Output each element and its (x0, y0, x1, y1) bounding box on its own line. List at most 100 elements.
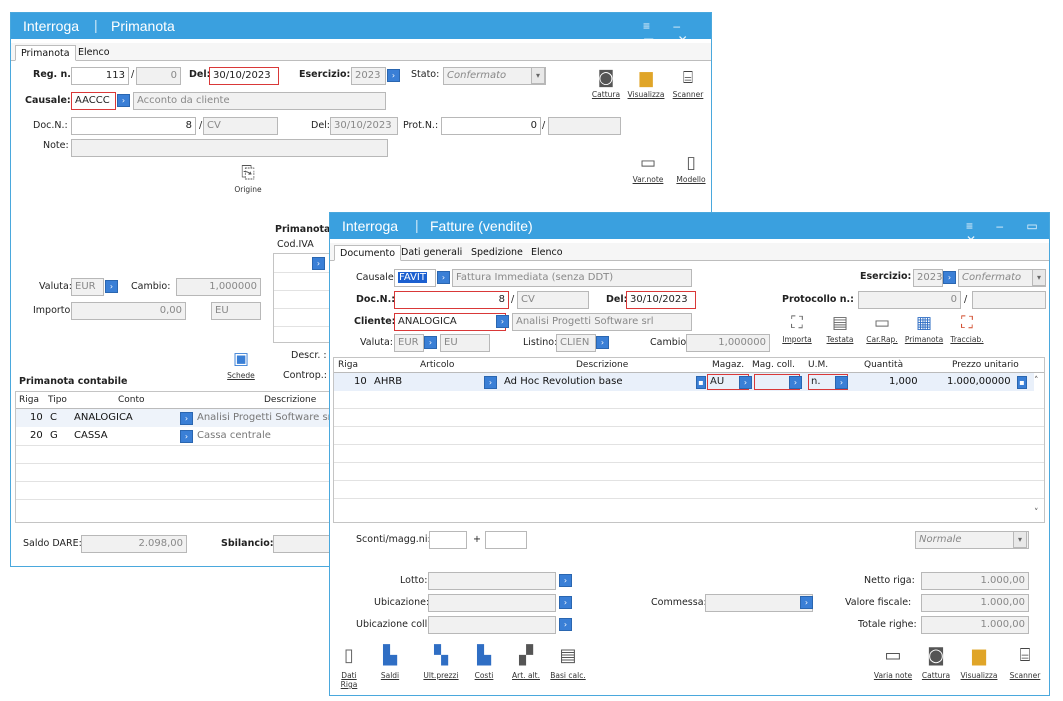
protn-alfa-field[interactable] (548, 117, 621, 135)
tab-elenco[interactable]: Elenco (526, 245, 568, 261)
importa-button[interactable]: ⛶ Importa (777, 313, 817, 344)
codiva-zoom-button[interactable]: › (312, 257, 325, 270)
var-note-button[interactable]: ▭ Var.note (628, 153, 668, 184)
modello-button[interactable]: ▯ Modello (671, 153, 711, 184)
cambio-field[interactable]: 1,000000 (686, 334, 770, 352)
tab-dati-generali[interactable]: Dati generali (396, 245, 467, 261)
tracciab-button[interactable]: ⛶ Tracciab. (947, 313, 987, 344)
magaz-zoom-button[interactable]: › (739, 376, 752, 389)
ubicazione-field[interactable] (428, 594, 556, 612)
causale-code-field[interactable]: AACCC (71, 92, 116, 110)
listino-zoom-button[interactable]: › (596, 336, 609, 349)
ubicazione-coll-zoom-button[interactable]: › (559, 618, 572, 631)
tipo-riga-select[interactable]: Normale (915, 531, 1029, 549)
cattura-button[interactable]: ◙ Cattura (586, 68, 626, 99)
docn-alfa-field[interactable]: CV (203, 117, 278, 135)
visualizza-button[interactable]: ▆ Visualizza (626, 68, 666, 99)
chevron-down-icon[interactable]: ▾ (1013, 531, 1027, 548)
row-menu-button[interactable]: ▪ (696, 376, 706, 389)
protn-field[interactable]: 0 (441, 117, 541, 135)
docn-alfa-field[interactable]: CV (517, 291, 589, 309)
table-row[interactable]: 10 C ANALOGICA › Analisi Progetti Softwa… (16, 409, 335, 427)
reg-number-field[interactable]: 113 (71, 67, 129, 85)
reg-date-field[interactable]: 30/10/2023 (209, 67, 279, 85)
col-descrizione[interactable]: Descrizione (264, 395, 316, 405)
chevron-down-icon[interactable]: ▾ (1032, 269, 1046, 286)
protocollo-alfa-field[interactable] (972, 291, 1046, 309)
docn-date-field[interactable]: 30/10/2023 (330, 117, 398, 135)
table-row[interactable]: 10 AHRB › Ad Hoc Revolution base ▪ AU › … (334, 373, 1034, 391)
scanner-button[interactable]: ⌸ Scanner (668, 68, 708, 99)
sconti-field-2[interactable] (485, 531, 527, 549)
tab-documento[interactable]: Documento (334, 245, 402, 261)
costi-button[interactable]: ▙ Costi (466, 643, 502, 680)
tab-primanota[interactable]: Primanota (15, 45, 76, 61)
valuta-zoom-button[interactable]: › (424, 336, 437, 349)
table-row[interactable]: 20 G CASSA › Cassa centrale (16, 427, 334, 445)
listino-field[interactable]: CLIEN (556, 334, 596, 352)
importo-field[interactable]: 0,00 (71, 302, 186, 320)
col-magaz[interactable]: Magaz. (712, 360, 744, 370)
righe-grid[interactable]: Riga Articolo Descrizione Magaz. Mag. co… (333, 357, 1045, 523)
um-zoom-button[interactable]: › (835, 376, 848, 389)
esercizio-field[interactable]: 2023 (351, 67, 386, 85)
scrollbar-up-arrow[interactable]: ˄ (1034, 376, 1039, 386)
cattura-button[interactable]: ◙ Cattura (918, 643, 954, 680)
col-descrizione[interactable]: Descrizione (576, 360, 628, 370)
conto-zoom-button[interactable]: › (180, 412, 193, 425)
visualizza-button[interactable]: ▆ Visualizza (958, 643, 1000, 680)
esercizio-zoom-button[interactable]: › (387, 69, 400, 82)
docn-field[interactable]: 8 (71, 117, 196, 135)
scrollbar-down-arrow[interactable]: ˅ (1034, 508, 1039, 518)
col-um[interactable]: U.M. (808, 360, 828, 370)
valuta-currency-field[interactable]: EU (440, 334, 490, 352)
tab-spedizione[interactable]: Spedizione (466, 245, 528, 261)
col-quantita[interactable]: Quantità (864, 360, 903, 370)
causale-zoom-button[interactable]: › (437, 271, 450, 284)
primanota-button[interactable]: ▦ Primanota (904, 313, 944, 344)
ubicazione-zoom-button[interactable]: › (559, 596, 572, 609)
lotto-field[interactable] (428, 572, 556, 590)
commessa-field[interactable] (705, 594, 813, 612)
lotto-zoom-button[interactable]: › (559, 574, 572, 587)
col-riga[interactable]: Riga (338, 360, 358, 370)
col-tipo[interactable]: Tipo (48, 395, 67, 405)
ult-prezzi-button[interactable]: ▚ Ult.prezzi (420, 643, 462, 680)
origine-button[interactable]: ⎘ Origine (228, 163, 268, 194)
chevron-down-icon[interactable]: ▾ (531, 67, 545, 84)
protocollo-field[interactable]: 0 (858, 291, 961, 309)
col-mag-coll[interactable]: Mag. coll. (752, 360, 795, 370)
reg-alfa-field[interactable]: 0 (136, 67, 181, 85)
sconti-field-1[interactable] (429, 531, 467, 549)
cliente-zoom-button[interactable]: › (496, 315, 509, 328)
prezzo-menu-button[interactable]: ▪ (1017, 376, 1027, 389)
conto-zoom-button[interactable]: › (180, 430, 193, 443)
commessa-zoom-button[interactable]: › (800, 596, 813, 609)
importo-currency-field[interactable]: EU (211, 302, 261, 320)
ubicazione-coll-field[interactable] (428, 616, 556, 634)
cliente-code-field[interactable]: ANALOGICA (394, 313, 506, 331)
valuta-field[interactable]: EUR (71, 278, 104, 296)
cambio-field[interactable]: 1,000000 (176, 278, 261, 296)
primanota-contabile-grid[interactable]: Riga Tipo Conto Descrizione 10 C ANALOGI… (15, 391, 335, 523)
valuta-zoom-button[interactable]: › (105, 280, 118, 293)
varia-note-button[interactable]: ▭ Varia note (871, 643, 915, 680)
testata-button[interactable]: ▤ Testata (820, 313, 860, 344)
valuta-field[interactable]: EUR (394, 334, 424, 352)
esercizio-zoom-button[interactable]: › (943, 271, 956, 284)
del-date-field[interactable]: 30/10/2023 (626, 291, 696, 309)
causale-code-field[interactable]: FAVIT (394, 269, 436, 287)
articolo-zoom-button[interactable]: › (484, 376, 497, 389)
note-field[interactable] (71, 139, 388, 157)
col-articolo[interactable]: Articolo (420, 360, 454, 370)
saldi-button[interactable]: ▙ Saldi (373, 643, 407, 680)
scanner-button[interactable]: ⌸ Scanner (1005, 643, 1045, 680)
schede-button[interactable]: ▣ Schede (221, 349, 261, 380)
col-conto[interactable]: Conto (118, 395, 145, 405)
iva-grid[interactable]: › (273, 253, 333, 343)
art-alt-button[interactable]: ▞ Art. alt. (508, 643, 544, 680)
dati-riga-button[interactable]: ▯ Dati Riga (332, 643, 366, 689)
col-prezzo-unitario[interactable]: Prezzo unitario (952, 360, 1019, 370)
esercizio-field[interactable]: 2023 (913, 269, 943, 287)
docn-field[interactable]: 8 (394, 291, 509, 309)
